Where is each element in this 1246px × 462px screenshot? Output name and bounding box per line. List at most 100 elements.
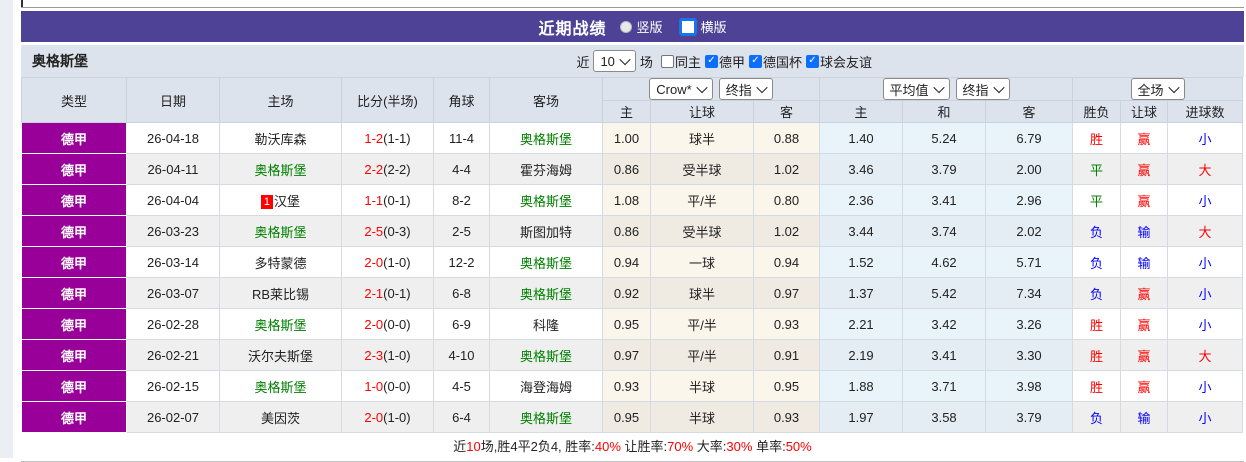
away-team-cell-text: 奥格斯堡	[519, 255, 572, 271]
corners-cell-text: 6-8	[452, 285, 471, 301]
filter-controls: 近 10 场 同主 ✓ 德甲 ✓ 德国杯 ✓ 球会友谊	[576, 50, 872, 72]
corners-cell-text: 4-5	[452, 378, 471, 394]
asian-away-odds-cell: 1.02	[752, 215, 821, 247]
asian-home-odds-cell-text: 0.92	[613, 285, 640, 301]
away-team-cell-text: 霍芬海姆	[519, 162, 572, 178]
asian-odds-group-header: Crow* 终指	[601, 77, 821, 101]
result-wdl-cell-text: 胜	[1090, 317, 1104, 333]
divider-corner	[21, 0, 23, 7]
home-team-cell: 奥格斯堡	[219, 370, 342, 402]
home-team-name: 沃尔夫斯堡	[247, 348, 313, 364]
table-row: 德甲 26-04-18 勒沃库森 1-2(1-1) 11-4 奥格斯堡 1.00 球半 0.88…	[21, 122, 1244, 154]
euro-source-select[interactable]: 平均值	[882, 78, 950, 100]
checkbox-icon[interactable]	[660, 54, 674, 68]
score-cell: 1-0(0-0)	[341, 370, 434, 402]
away-team-cell-text: 奥格斯堡	[519, 286, 572, 302]
bookmaker-select[interactable]: Crow*	[649, 78, 713, 100]
bookmaker-select-value: Crow*	[656, 81, 692, 97]
chevron-down-icon	[992, 81, 1005, 94]
euro-draw-odds-cell-text: 3.79	[931, 161, 957, 177]
home-team-name: 美因茨	[260, 410, 300, 426]
score-cell: 2-5(0-3)	[341, 215, 434, 247]
date-cell: 26-02-28	[126, 308, 220, 340]
euro-away-odds-cell-text: 2.02	[1016, 223, 1042, 239]
asian-away-odds-cell-text: 1.02	[773, 223, 800, 239]
euro-odds-time-select[interactable]: 终指	[955, 78, 1010, 100]
fulltime-score: 1-2	[364, 130, 384, 146]
away-team-cell: 奥格斯堡	[489, 246, 603, 278]
euro-home-odds-cell-text: 3.44	[848, 223, 874, 239]
result-wdl-cell-text: 胜	[1090, 348, 1104, 364]
handicap-cell-text: 受半球	[682, 162, 722, 178]
result-wdl-cell: 平	[1072, 153, 1122, 185]
halftime-score: (0-3)	[383, 223, 411, 239]
result-wdl-cell-text: 负	[1090, 255, 1104, 271]
corners-cell: 4-5	[433, 370, 490, 402]
asian-home-odds-cell-text: 1.08	[613, 192, 640, 208]
radio-horizontal-layout[interactable]: 横版	[678, 17, 727, 36]
asian-away-odds-cell-text: 0.91	[773, 347, 800, 363]
checkbox-club-friendly[interactable]: ✓ 球会友谊	[805, 52, 872, 71]
result-handicap-cell-text: 输	[1137, 410, 1151, 426]
result-handicap-cell: 赢	[1120, 153, 1169, 185]
subcol-euro-away: 客	[985, 100, 1074, 123]
asian-odds-time-select[interactable]: 终指	[718, 78, 773, 100]
euro-away-odds-cell-text: 2.00	[1016, 161, 1042, 177]
games-count-select[interactable]: 10	[593, 50, 636, 72]
checkbox-checked-icon[interactable]: ✓	[805, 54, 819, 68]
checkbox-same-home[interactable]: 同主	[660, 52, 701, 71]
checkbox-checked-icon[interactable]: ✓	[748, 54, 762, 68]
result-wdl-cell: 负	[1072, 401, 1122, 433]
result-wdl-cell-text: 平	[1090, 162, 1104, 178]
summary-segment: 大率:	[693, 439, 727, 454]
subcol-win-lose: 胜负	[1072, 100, 1122, 123]
asian-away-odds-cell: 0.88	[752, 122, 821, 154]
euro-away-odds-cell-text: 3.26	[1016, 316, 1042, 332]
checkbox-german-cup[interactable]: ✓ 德国杯	[748, 52, 802, 71]
euro-home-odds-cell: 1.40	[819, 122, 904, 154]
euro-draw-odds-cell: 5.42	[902, 277, 987, 309]
summary-segment: 30%	[726, 439, 753, 454]
euro-home-odds-cell: 2.21	[819, 308, 904, 340]
asian-away-odds-cell-text: 0.88	[773, 130, 800, 146]
asian-home-odds-cell-text: 0.97	[613, 347, 640, 363]
asian-home-odds-cell-text: 0.95	[613, 316, 640, 332]
radio-button-icon[interactable]	[620, 20, 633, 33]
table-row: 德甲 26-02-21 沃尔夫斯堡 2-3(1-0) 4-10 奥格斯堡 0.97 平/半 0.…	[21, 339, 1244, 371]
handicap-cell-text: 半球	[688, 410, 715, 426]
date-cell-text: 26-04-04	[146, 192, 200, 208]
score-cell: 2-0(1-0)	[341, 246, 434, 278]
result-handicap-cell: 赢	[1120, 308, 1169, 340]
corners-cell-text: 8-2	[452, 192, 471, 208]
radio-button-selected-icon[interactable]	[678, 17, 697, 36]
checkbox-checked-icon[interactable]: ✓	[704, 54, 718, 68]
radio-vertical-layout[interactable]: 竖版	[620, 17, 663, 36]
euro-home-odds-cell: 2.19	[819, 339, 904, 371]
halftime-score: (0-1)	[383, 192, 411, 208]
handicap-cell: 受半球	[650, 153, 754, 185]
checkbox-bundesliga-label: 德甲	[718, 54, 745, 70]
result-wdl-cell: 胜	[1072, 308, 1122, 340]
away-team-cell-text: 奥格斯堡	[519, 348, 572, 364]
full-match-select[interactable]: 全场	[1130, 78, 1185, 100]
euro-draw-odds-cell: 3.71	[902, 370, 987, 402]
away-team-cell-text: 科隆	[532, 317, 559, 333]
fulltime-score: 1-1	[364, 192, 384, 208]
league-cell-text: 德甲	[60, 255, 87, 271]
asian-home-odds-cell: 1.00	[602, 122, 651, 154]
asian-home-odds-cell-text: 0.86	[613, 161, 640, 177]
subcol-asian-home: 主	[602, 100, 651, 123]
euro-home-odds-cell-text: 1.52	[848, 254, 874, 270]
subcol-handicap-result: 让球	[1120, 100, 1169, 123]
result-handicap-cell: 输	[1120, 246, 1169, 278]
asian-away-odds-cell: 0.80	[752, 184, 821, 216]
asian-away-odds-cell-text: 0.95	[773, 378, 800, 394]
col-header-corners: 角球	[433, 77, 490, 123]
date-cell: 26-04-04	[126, 184, 220, 216]
score-cell: 2-0(0-0)	[341, 308, 434, 340]
checkbox-bundesliga[interactable]: ✓ 德甲	[704, 52, 745, 71]
asian-home-odds-cell: 0.97	[602, 339, 651, 371]
corners-cell: 6-8	[433, 277, 490, 309]
corners-cell: 4-10	[433, 339, 490, 371]
corners-cell: 6-9	[433, 308, 490, 340]
